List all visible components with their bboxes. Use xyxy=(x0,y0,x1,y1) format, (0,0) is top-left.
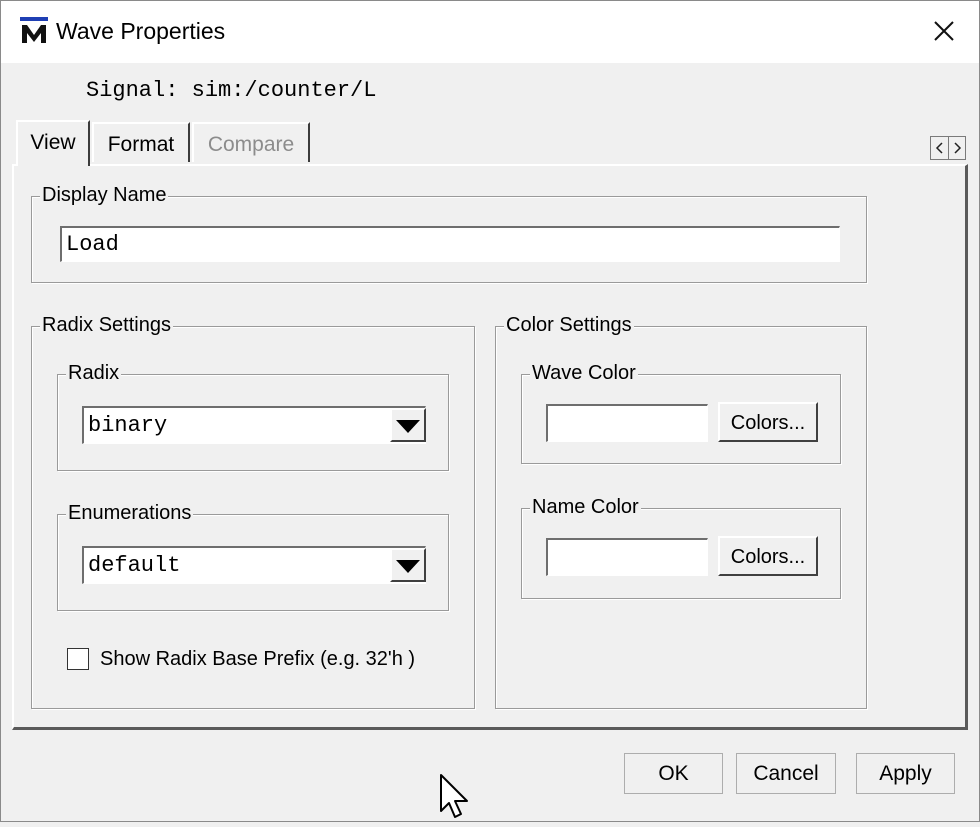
enumerations-dropdown-button[interactable] xyxy=(390,548,426,582)
radix-selected-value: binary xyxy=(88,413,168,438)
window-title: Wave Properties xyxy=(56,18,226,44)
app-logo-icon xyxy=(20,17,48,45)
show-radix-prefix-checkbox[interactable] xyxy=(67,648,89,670)
enumerations-legend: Enumerations xyxy=(66,502,194,524)
signal-label: Signal: sim:/counter/L xyxy=(86,78,376,103)
radix-select[interactable]: binary xyxy=(82,406,426,444)
tab-scroll-buttons[interactable] xyxy=(930,136,966,160)
signal-caption: Signal: xyxy=(86,78,179,103)
display-name-input[interactable]: Load xyxy=(60,226,840,262)
wave-color-legend: Wave Color xyxy=(530,362,638,384)
name-color-legend: Name Color xyxy=(530,496,641,518)
display-name-legend: Display Name xyxy=(40,184,169,206)
arrow-right-icon xyxy=(954,142,962,154)
apply-button[interactable]: Apply xyxy=(856,753,955,794)
wave-color-swatch xyxy=(546,404,708,442)
tab-scroll-left[interactable] xyxy=(931,137,949,159)
dropdown-arrow-icon xyxy=(396,420,420,433)
mouse-cursor-icon xyxy=(439,773,473,822)
tab-format[interactable]: Format xyxy=(92,122,190,162)
display-name-value: Load xyxy=(66,232,119,257)
cancel-button[interactable]: Cancel xyxy=(736,753,836,794)
show-radix-prefix-label[interactable]: Show Radix Base Prefix (e.g. 32'h ) xyxy=(100,648,415,671)
enumerations-select[interactable]: default xyxy=(82,546,426,584)
name-color-button[interactable]: Colors... xyxy=(718,536,818,576)
tab-compare: Compare xyxy=(192,122,310,162)
color-settings-legend: Color Settings xyxy=(504,314,634,336)
tab-scroll-right[interactable] xyxy=(949,137,966,159)
name-color-swatch xyxy=(546,538,708,576)
radix-settings-legend: Radix Settings xyxy=(40,314,173,336)
ok-button[interactable]: OK xyxy=(624,753,723,794)
arrow-left-icon xyxy=(935,142,943,154)
signal-path: sim:/counter/L xyxy=(191,78,377,103)
close-button[interactable] xyxy=(916,8,972,56)
wave-color-button[interactable]: Colors... xyxy=(718,402,818,442)
close-icon xyxy=(934,21,954,41)
enumerations-selected-value: default xyxy=(88,553,181,578)
dropdown-arrow-icon xyxy=(396,560,420,573)
radix-dropdown-button[interactable] xyxy=(390,408,426,442)
tab-view[interactable]: View xyxy=(16,120,90,166)
radix-legend: Radix xyxy=(66,362,122,384)
